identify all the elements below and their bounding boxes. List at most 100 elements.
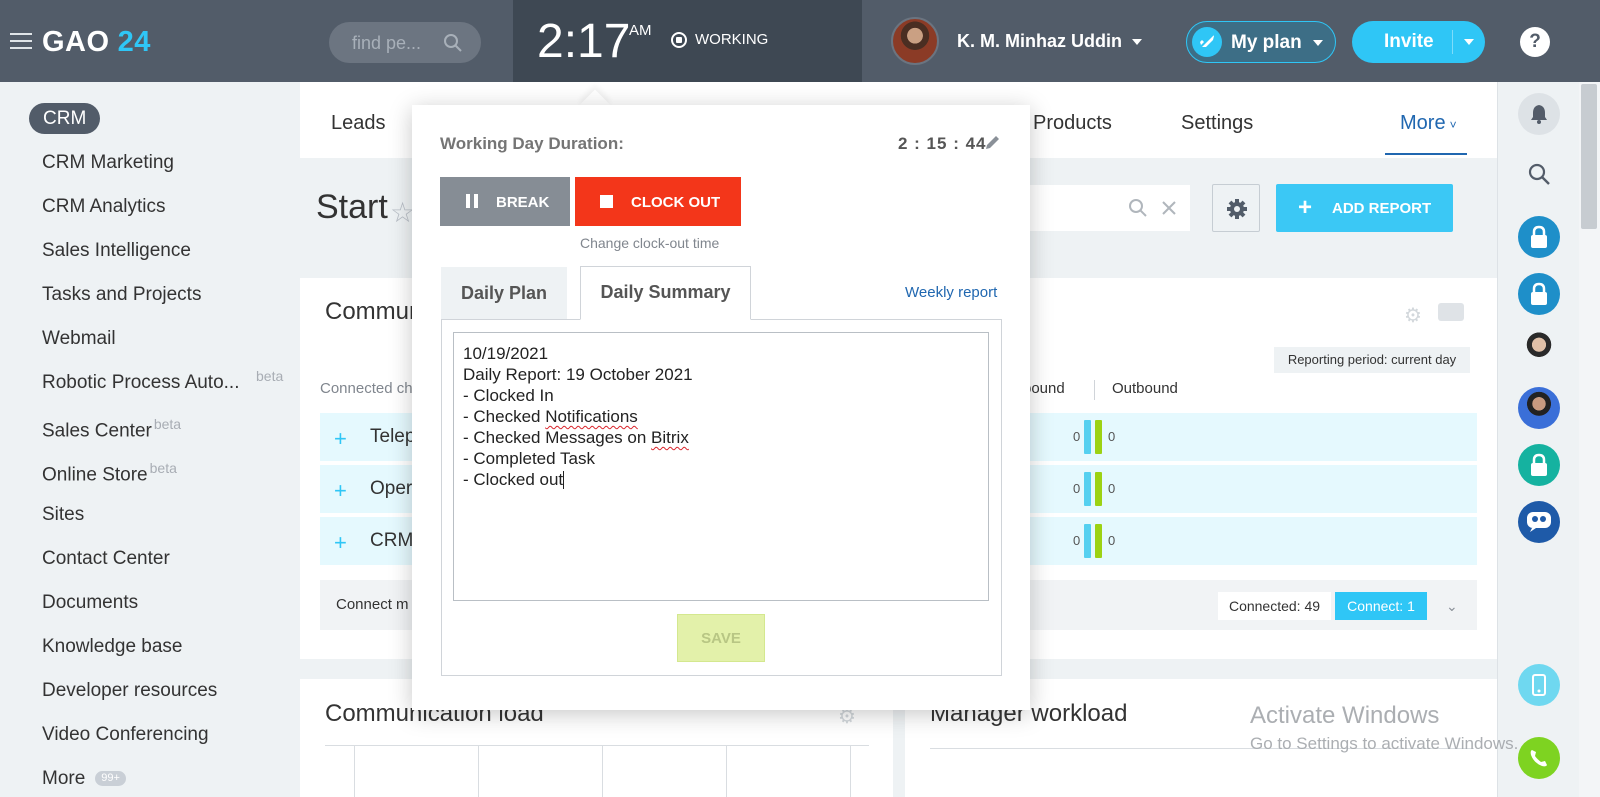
beta-badge: beta <box>149 460 177 476</box>
clock-out-label: CLOCK OUT <box>631 194 721 211</box>
filter-input[interactable] <box>1010 185 1190 231</box>
video-icon[interactable] <box>1438 303 1464 321</box>
tab-daily-summary[interactable]: Daily Summary <box>580 266 751 320</box>
chevron-down-icon <box>1464 39 1474 45</box>
invite-button[interactable]: Invite <box>1352 21 1485 63</box>
inbound-value: 0 <box>1073 481 1081 496</box>
sidebar-item-label: Online Store <box>42 464 148 486</box>
sidebar-item-crm-analytics[interactable]: CRM Analytics <box>42 196 166 218</box>
record-icon <box>671 31 687 48</box>
activate-windows-title: Activate Windows <box>1250 702 1440 729</box>
phone-device-icon[interactable] <box>1518 664 1560 706</box>
user-avatar[interactable] <box>891 17 939 65</box>
sidebar-item-contact-center[interactable]: Contact Center <box>42 548 170 570</box>
tab-more-label: More <box>1400 112 1446 134</box>
clock-ampm: AM <box>629 22 652 39</box>
my-plan-label: My plan <box>1231 32 1302 53</box>
spellcheck-mark: Bitrix <box>651 428 689 447</box>
report-line: Daily Report: 19 October 2021 <box>463 365 693 384</box>
save-button[interactable]: SAVE <box>677 614 765 662</box>
break-button[interactable]: BREAK <box>440 177 570 226</box>
pencil-icon[interactable] <box>983 134 1001 152</box>
daily-summary-textarea[interactable]: 10/19/2021 Daily Report: 19 October 2021 -… <box>453 332 989 601</box>
group-chat-icon[interactable] <box>1518 501 1560 543</box>
plus-icon[interactable]: + <box>334 426 347 452</box>
sidebar-item-rpa[interactable]: Robotic Process Auto... <box>42 372 240 394</box>
contact-avatar[interactable] <box>1518 387 1560 429</box>
inbound-value: 0 <box>1073 533 1081 548</box>
sidebar-item-knowledge-base[interactable]: Knowledge base <box>42 636 183 658</box>
report-line: - Checked Messages on Bitrix <box>463 428 689 447</box>
settings-button[interactable] <box>1212 184 1260 232</box>
outbound-header: Outbound <box>1112 380 1178 397</box>
gear-icon[interactable]: ⚙ <box>1404 303 1422 328</box>
sidebar-item-crm[interactable]: CRM <box>29 103 101 134</box>
user-menu[interactable]: K. M. Minhaz Uddin <box>957 31 1142 52</box>
tab-leads[interactable]: Leads <box>331 112 386 135</box>
connected-channels-label: Connected ch <box>320 380 413 397</box>
divider <box>1452 30 1453 54</box>
logo[interactable]: GAO 24 <box>42 26 151 59</box>
divider <box>1094 380 1095 400</box>
menu-icon[interactable] <box>10 33 32 49</box>
report-line: - Clocked In <box>463 386 554 405</box>
card-title: Commun <box>325 298 423 325</box>
scrollbar-thumb[interactable] <box>1581 84 1597 229</box>
chart-axis <box>325 745 869 746</box>
chart-gridline <box>354 745 355 797</box>
weekly-report-link[interactable]: Weekly report <box>905 284 997 301</box>
plus-icon[interactable]: + <box>334 530 347 556</box>
sidebar-item-video-conferencing[interactable]: Video Conferencing <box>42 724 209 746</box>
contact-avatar[interactable] <box>1518 330 1560 372</box>
pause-icon <box>466 194 478 208</box>
working-day-label: Working Day Duration: <box>440 134 624 153</box>
bell-icon[interactable] <box>1518 93 1560 135</box>
plus-icon: + <box>1298 194 1313 221</box>
tab-more[interactable]: More ˅ <box>1400 112 1457 135</box>
sidebar-item-more[interactable]: More 99+ <box>42 768 126 790</box>
outbound-value: 0 <box>1108 533 1116 548</box>
tab-settings[interactable]: Settings <box>1181 112 1253 135</box>
lock-icon[interactable] <box>1518 444 1560 486</box>
beta-badge: beta <box>256 368 284 384</box>
clock-panel[interactable]: 2:17 AM WORKING <box>513 0 862 82</box>
add-report-button[interactable]: + ADD REPORT <box>1276 184 1453 232</box>
help-icon[interactable]: ? <box>1520 27 1550 57</box>
sidebar-item-webmail[interactable]: Webmail <box>42 328 116 350</box>
work-status-label: WORKING <box>695 31 769 48</box>
tab-products[interactable]: Products <box>1033 112 1112 135</box>
page-title: Start <box>316 188 388 226</box>
search-input[interactable]: find pe... <box>329 22 481 63</box>
connect-button[interactable]: Connect: 1 <box>1335 592 1427 620</box>
chevron-down-icon[interactable]: ⌄ <box>1446 598 1458 615</box>
activate-windows-subtitle: Go to Settings to activate Windows. <box>1250 734 1519 753</box>
sidebar-item-online-store[interactable]: Online Store beta <box>42 460 177 486</box>
sidebar-item-tasks[interactable]: Tasks and Projects <box>42 284 201 306</box>
change-clock-out-link[interactable]: Change clock-out time <box>580 235 719 251</box>
logo-text: GAO <box>42 26 110 58</box>
close-icon[interactable] <box>1161 200 1177 216</box>
active-tab-underline <box>1385 153 1467 155</box>
search-icon[interactable] <box>1527 162 1551 191</box>
beta-badge: beta <box>153 416 182 432</box>
tab-daily-plan[interactable]: Daily Plan <box>441 267 567 319</box>
lock-icon[interactable] <box>1518 273 1560 315</box>
sidebar-item-sales-center[interactable]: Sales Center beta <box>42 416 181 442</box>
sidebar-item-developer-resources[interactable]: Developer resources <box>42 680 217 702</box>
sidebar-item-sales-intelligence[interactable]: Sales Intelligence <box>42 240 191 262</box>
sidebar-item-documents[interactable]: Documents <box>42 592 138 614</box>
plus-icon[interactable]: + <box>334 478 347 504</box>
clock-out-button[interactable]: CLOCK OUT <box>575 177 741 226</box>
chart-gridline <box>602 745 603 797</box>
chart-gridline <box>850 745 851 797</box>
search-placeholder: find pe... <box>352 33 422 53</box>
sidebar-item-crm-marketing[interactable]: CRM Marketing <box>42 152 174 174</box>
lock-icon[interactable] <box>1518 216 1560 258</box>
phone-icon[interactable] <box>1518 737 1560 779</box>
channel-label: Telep <box>370 426 416 447</box>
reporting-period-badge: Reporting period: current day <box>1274 347 1470 373</box>
break-label: BREAK <box>496 194 550 211</box>
top-bar: GAO 24 find pe... 2:17 AM WORKING K. M. M… <box>0 0 1600 82</box>
my-plan-button[interactable]: My plan <box>1186 21 1336 63</box>
sidebar-item-sites[interactable]: Sites <box>42 504 84 526</box>
